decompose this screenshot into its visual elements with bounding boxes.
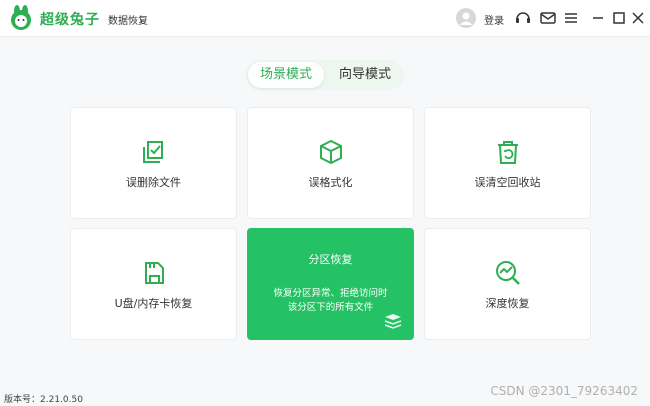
card-label: 误清空回收站 (474, 176, 541, 189)
watermark-text: CSDN @2301_79263402 (490, 384, 638, 398)
file-restore-icon (143, 141, 163, 163)
card-partition-recovery[interactable]: 分区恢复 恢复分区异常、拒绝访问时 该分区下的所有文件 (247, 228, 414, 340)
card-desc-line1: 恢复分区异常、拒绝访问时 (273, 288, 388, 299)
version-label: 版本号：2.21.0.50 (4, 395, 83, 405)
maximize-icon[interactable] (611, 10, 627, 26)
login-link[interactable]: 登录 (484, 12, 504, 27)
card-recycle-bin[interactable]: 误清空回收站 (424, 107, 591, 219)
tab-scene-mode[interactable]: 场景模式 (248, 62, 324, 88)
tab-wizard-mode[interactable]: 向导模式 (328, 62, 402, 88)
rabbit-logo-icon (11, 5, 31, 30)
cube-icon (320, 139, 342, 165)
close-icon[interactable] (630, 10, 646, 26)
menu-icon[interactable] (562, 9, 580, 27)
card-label: 深度恢复 (485, 297, 530, 310)
card-label: 误删除文件 (126, 176, 181, 189)
minimize-icon[interactable] (590, 10, 606, 26)
partition-stack-icon (384, 314, 402, 329)
sd-card-icon (145, 262, 164, 284)
card-title: 分区恢复 (308, 253, 353, 266)
card-usb-sd[interactable]: U盘/内存卡恢复 (70, 228, 237, 340)
app-subtitle: 数据恢复 (108, 16, 148, 27)
card-label: U盘/内存卡恢复 (114, 297, 193, 310)
card-description: 恢复分区异常、拒绝访问时 该分区下的所有文件 (248, 287, 413, 315)
app-brand: 超级兔子 (40, 12, 100, 28)
title-bar: 超级兔子 数据恢复 登录 (0, 0, 650, 37)
chart-search-icon (496, 261, 520, 285)
card-deep-recovery[interactable]: 深度恢复 (424, 228, 591, 340)
support-icon[interactable] (514, 9, 532, 27)
avatar-icon[interactable] (456, 8, 476, 28)
trash-restore-icon (498, 141, 518, 164)
mode-tabs: 场景模式 向导模式 (246, 60, 404, 90)
card-deleted-files[interactable]: 误删除文件 (70, 107, 237, 219)
card-format[interactable]: 误格式化 (247, 107, 414, 219)
message-icon[interactable] (539, 9, 557, 27)
card-label: 误格式化 (308, 176, 353, 189)
